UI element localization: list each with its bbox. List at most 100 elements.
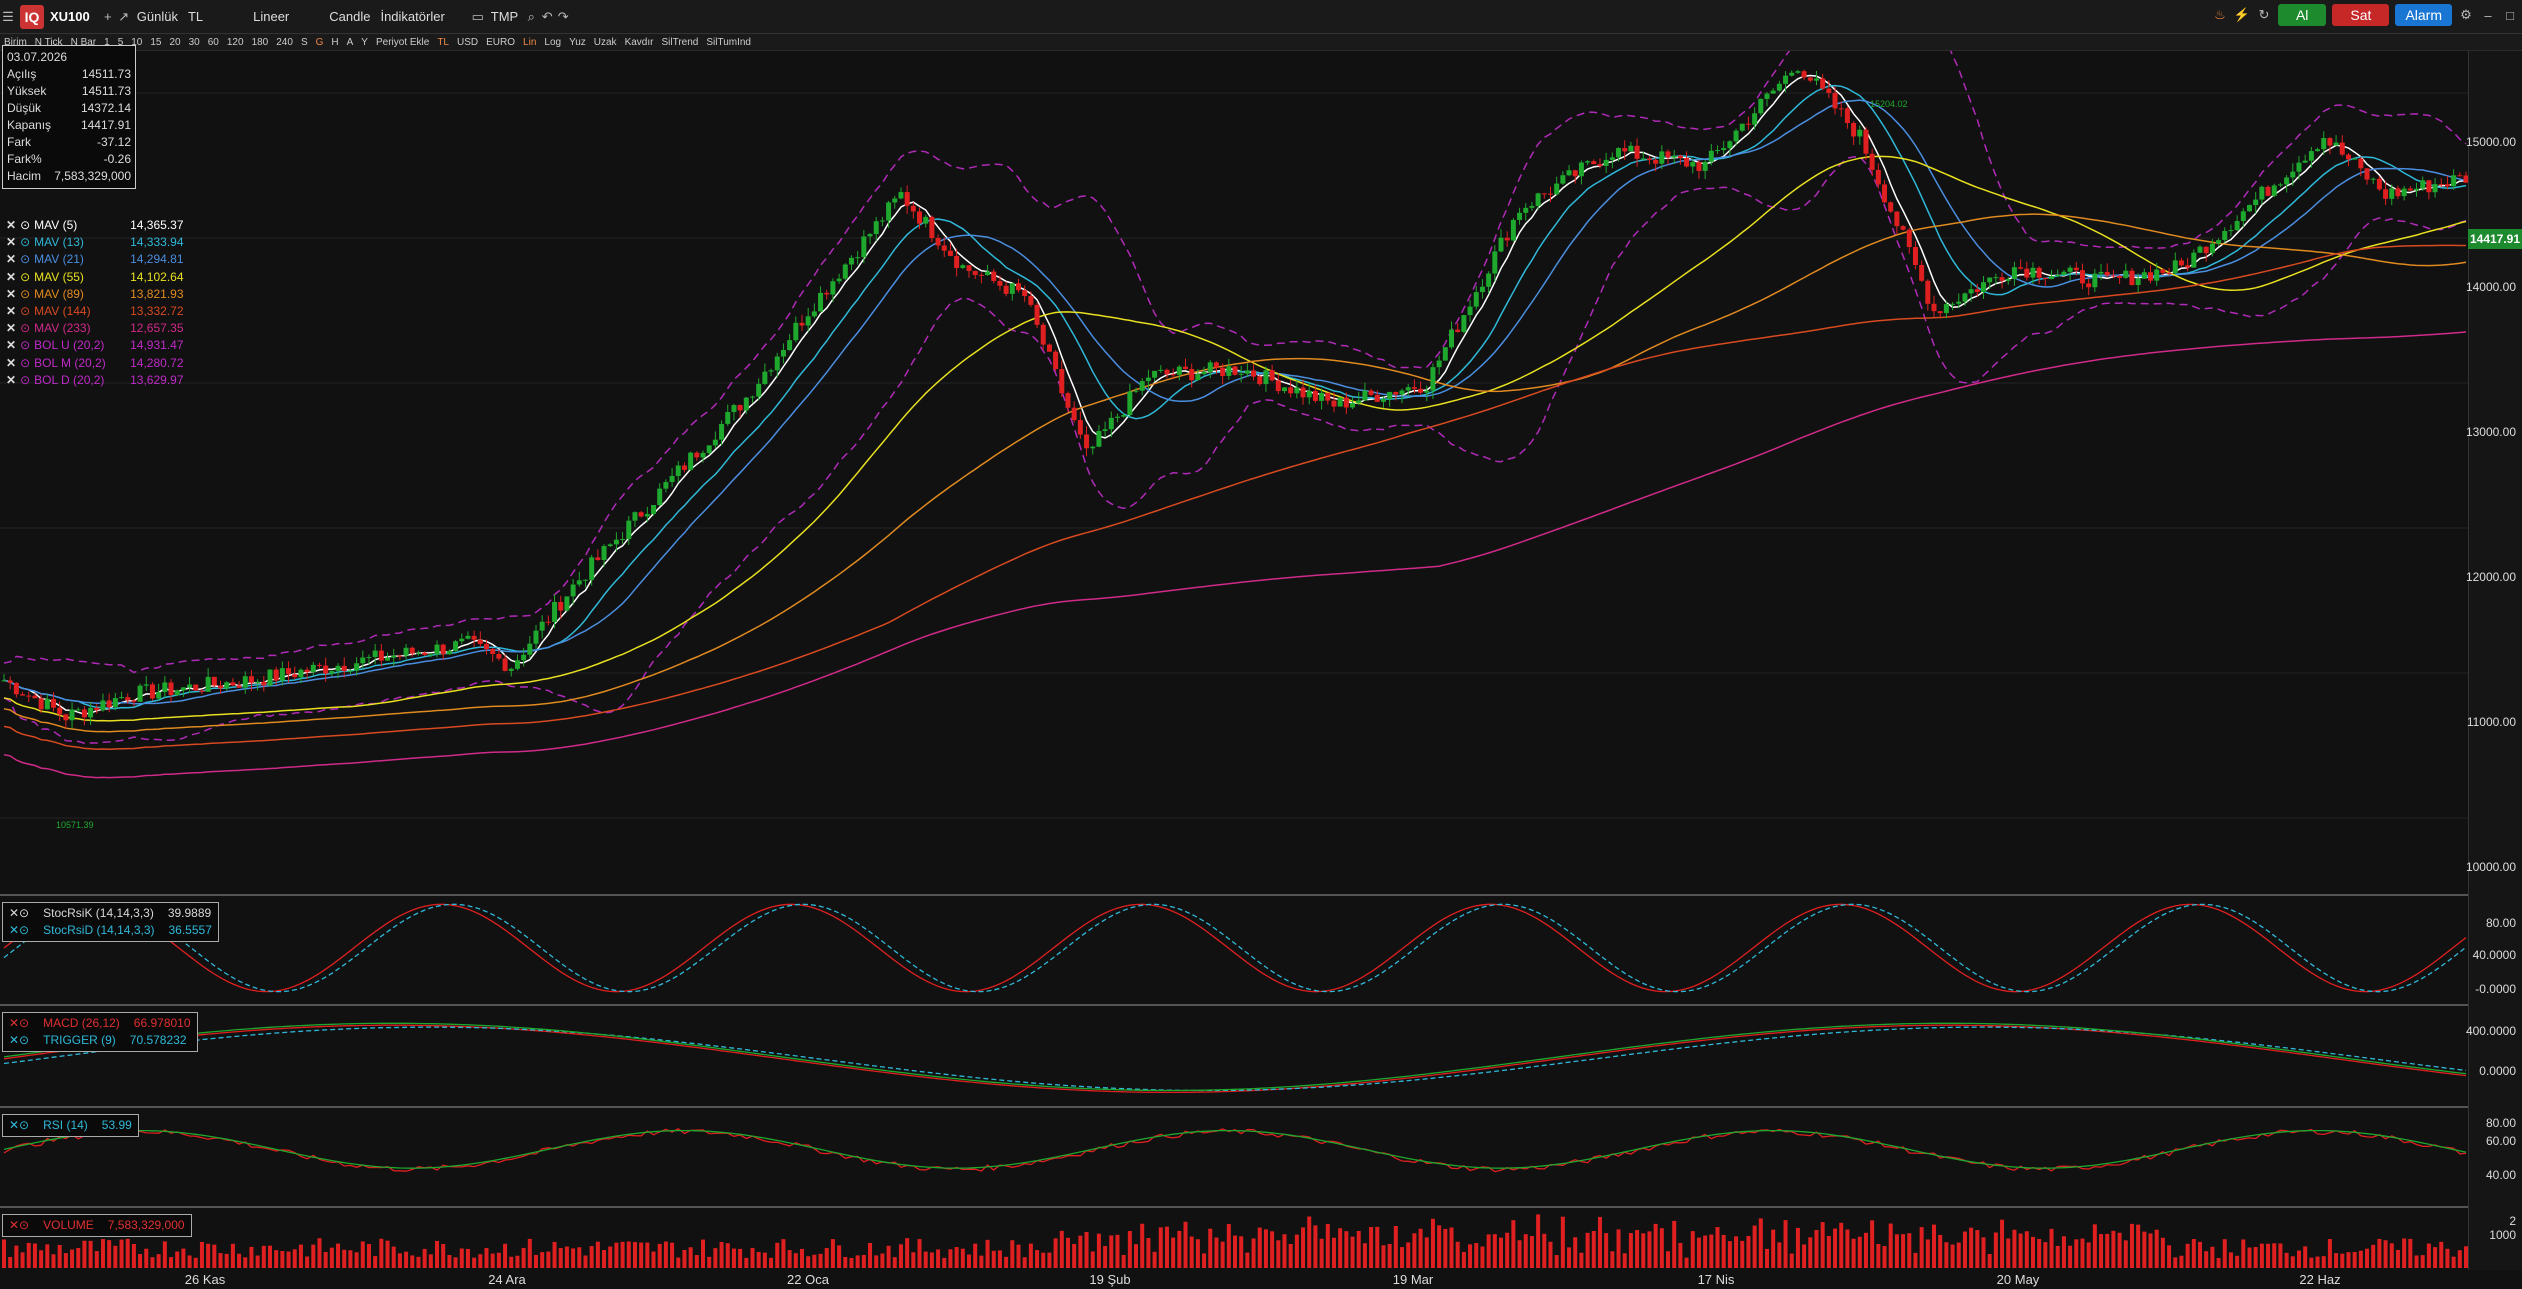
legend-row[interactable]: ✕ ⊙ MAV (89) 13,821.93 bbox=[6, 286, 184, 303]
toolbar2-item[interactable]: Kavdır bbox=[621, 37, 658, 48]
toolbar2-item[interactable]: 15 bbox=[146, 37, 165, 48]
toolbar2-item[interactable]: S bbox=[297, 37, 312, 48]
menu-icon[interactable]: ☰ bbox=[0, 9, 16, 25]
sub-legend-row[interactable]: ✕⊙ MACD (26,12) 66.978010 bbox=[9, 1015, 191, 1032]
toolbar2-item[interactable]: G bbox=[312, 37, 328, 48]
toolbar2-item[interactable]: Log bbox=[540, 37, 565, 48]
toolbar2-item[interactable]: Periyot Ekle bbox=[372, 37, 433, 48]
candle-body bbox=[2216, 240, 2222, 244]
legend-row[interactable]: ✕ ⊙ MAV (233) 12,657.35 bbox=[6, 320, 184, 337]
stoch-rsi-panel[interactable]: ✕⊙ StocRsiK (14,14,3,3) 39.9889 ✕⊙ StocRsiD … bbox=[0, 894, 2468, 1004]
sub-legend-row[interactable]: ✕⊙ VOLUME 7,583,329,000 bbox=[9, 1217, 185, 1234]
sell-button[interactable]: Sat bbox=[2332, 4, 2390, 26]
toolbar2-item[interactable]: SilTrend bbox=[657, 37, 702, 48]
legend-row[interactable]: ✕ ⊙ BOL D (20,2) 13,629.97 bbox=[6, 372, 184, 389]
folder-icon[interactable]: ▭ bbox=[470, 9, 486, 25]
toolbar2-item[interactable]: 30 bbox=[185, 37, 204, 48]
remove-icon[interactable]: ✕ bbox=[6, 234, 16, 251]
toolbar2-item[interactable]: H bbox=[327, 37, 342, 48]
toolbar2-item[interactable]: TL bbox=[433, 37, 453, 48]
rsi-panel[interactable]: ✕⊙ RSI (14) 53.99 bbox=[0, 1106, 2468, 1206]
sub-legend-row[interactable]: ✕⊙ StocRsiD (14,14,3,3) 36.5557 bbox=[9, 922, 212, 939]
remove-icon[interactable]: ✕⊙ bbox=[9, 1015, 29, 1032]
macd-panel[interactable]: ✕⊙ MACD (26,12) 66.978010 ✕⊙ TRIGGER (9) 70.5… bbox=[0, 1004, 2468, 1106]
toolbar2-item[interactable]: Yuz bbox=[565, 37, 590, 48]
remove-icon[interactable]: ✕⊙ bbox=[9, 1117, 29, 1134]
template-button[interactable]: TMP bbox=[486, 9, 523, 24]
remove-icon[interactable]: ✕ bbox=[6, 337, 16, 354]
toolbar2-item[interactable]: 180 bbox=[248, 37, 273, 48]
legend-row[interactable]: ✕ ⊙ BOL U (20,2) 14,931.47 bbox=[6, 337, 184, 354]
remove-icon[interactable]: ✕⊙ bbox=[9, 1217, 29, 1234]
toolbar2-item[interactable]: 60 bbox=[204, 37, 223, 48]
toolbar2-item[interactable]: 240 bbox=[272, 37, 297, 48]
remove-icon[interactable]: ✕⊙ bbox=[9, 1032, 29, 1049]
period-select[interactable]: Günlük bbox=[132, 9, 183, 24]
toolbar2-item[interactable]: SilTumInd bbox=[702, 37, 755, 48]
toolbar2-item[interactable]: Y bbox=[357, 37, 372, 48]
external-link-icon[interactable]: ↗ bbox=[116, 9, 132, 25]
toolbar2-item[interactable]: Uzak bbox=[590, 37, 621, 48]
legend-row[interactable]: ✕ ⊙ MAV (21) 14,294.81 bbox=[6, 251, 184, 268]
maximize-icon[interactable]: □ bbox=[2502, 7, 2518, 23]
toolbar2-item[interactable]: A bbox=[343, 37, 358, 48]
toolbar2-item[interactable]: Lin bbox=[519, 37, 540, 48]
price-chart[interactable]: 15204.02 10571.39 bbox=[0, 51, 2468, 894]
sub-legend-row[interactable]: ✕⊙ RSI (14) 53.99 bbox=[9, 1117, 132, 1134]
flame-icon[interactable]: ♨ bbox=[2212, 7, 2228, 23]
remove-icon[interactable]: ✕ bbox=[6, 372, 16, 389]
toolbar2-item[interactable]: USD bbox=[453, 37, 482, 48]
visibility-icon[interactable]: ⊙ bbox=[20, 251, 30, 268]
scale-select[interactable]: Lineer bbox=[248, 9, 294, 24]
remove-icon[interactable]: ✕ bbox=[6, 269, 16, 286]
symbol-label[interactable]: XU100 bbox=[50, 9, 90, 24]
redo-icon[interactable]: ↷ bbox=[555, 9, 571, 25]
visibility-icon[interactable]: ⊙ bbox=[20, 269, 30, 286]
remove-icon[interactable]: ✕ bbox=[6, 217, 16, 234]
rsi-chart[interactable] bbox=[0, 1108, 2468, 1206]
price-axis[interactable]: 15000.00 14000.00 13000.00 12000.00 11000.00… bbox=[2466, 51, 2522, 894]
visibility-icon[interactable]: ⊙ bbox=[20, 372, 30, 389]
stoch-rsi-chart[interactable] bbox=[0, 896, 2468, 1004]
visibility-icon[interactable]: ⊙ bbox=[20, 217, 30, 234]
minimize-icon[interactable]: – bbox=[2480, 7, 2496, 23]
visibility-icon[interactable]: ⊙ bbox=[20, 234, 30, 251]
visibility-icon[interactable]: ⊙ bbox=[20, 303, 30, 320]
visibility-icon[interactable]: ⊙ bbox=[20, 286, 30, 303]
visibility-icon[interactable]: ⊙ bbox=[20, 337, 30, 354]
sub-legend-row[interactable]: ✕⊙ TRIGGER (9) 70.578232 bbox=[9, 1032, 191, 1049]
toolbar2-item[interactable]: 20 bbox=[166, 37, 185, 48]
legend-row[interactable]: ✕ ⊙ MAV (5) 14,365.37 bbox=[6, 217, 184, 234]
remove-icon[interactable]: ✕ bbox=[6, 251, 16, 268]
alarm-button[interactable]: Alarm bbox=[2395, 4, 2452, 26]
macd-chart[interactable] bbox=[0, 1006, 2468, 1106]
gear-icon[interactable]: ⚙ bbox=[2458, 7, 2474, 23]
refresh-icon[interactable]: ↻ bbox=[2256, 7, 2272, 23]
legend-row[interactable]: ✕ ⊙ MAV (13) 14,333.94 bbox=[6, 234, 184, 251]
lightning-icon[interactable]: ⚡ bbox=[2234, 7, 2250, 23]
visibility-icon[interactable]: ⊙ bbox=[20, 355, 30, 372]
remove-icon[interactable]: ✕ bbox=[6, 355, 16, 372]
undo-icon[interactable]: ↶ bbox=[539, 9, 555, 25]
remove-icon[interactable]: ✕⊙ bbox=[9, 922, 29, 939]
volume-chart[interactable] bbox=[0, 1208, 2468, 1270]
toolbar2-item[interactable]: EURO bbox=[482, 37, 519, 48]
sub-legend-row[interactable]: ✕⊙ StocRsiK (14,14,3,3) 39.9889 bbox=[9, 905, 212, 922]
indicators-menu[interactable]: İndikatörler bbox=[375, 9, 449, 24]
remove-icon[interactable]: ✕ bbox=[6, 286, 16, 303]
currency-select[interactable]: TL bbox=[183, 9, 208, 24]
remove-icon[interactable]: ✕⊙ bbox=[9, 905, 29, 922]
main-chart-panel[interactable]: 15204.02 10571.39 03.07.2026 Açılış 14511.… bbox=[0, 45, 2468, 894]
remove-icon[interactable]: ✕ bbox=[6, 320, 16, 337]
legend-row[interactable]: ✕ ⊙ BOL M (20,2) 14,280.72 bbox=[6, 355, 184, 372]
visibility-icon[interactable]: ⊙ bbox=[20, 320, 30, 337]
legend-row[interactable]: ✕ ⊙ MAV (55) 14,102.64 bbox=[6, 269, 184, 286]
legend-row[interactable]: ✕ ⊙ MAV (144) 13,332.72 bbox=[6, 303, 184, 320]
volume-panel[interactable]: ✕⊙ VOLUME 7,583,329,000 bbox=[0, 1206, 2468, 1270]
buy-button[interactable]: Al bbox=[2277, 4, 2327, 26]
add-icon[interactable]: + bbox=[100, 9, 116, 25]
search-icon[interactable]: ⌕ bbox=[523, 9, 539, 25]
toolbar2-item[interactable]: 120 bbox=[223, 37, 248, 48]
remove-icon[interactable]: ✕ bbox=[6, 303, 16, 320]
chart-type-select[interactable]: Candle bbox=[324, 9, 375, 24]
